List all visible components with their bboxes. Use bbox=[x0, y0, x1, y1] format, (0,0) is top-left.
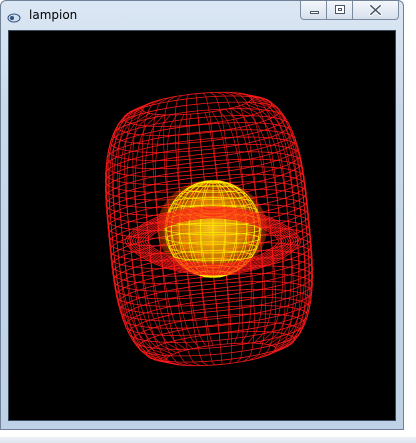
title-bar[interactable]: lampion bbox=[1, 1, 403, 31]
app-icon[interactable] bbox=[7, 9, 21, 23]
window-title: lampion bbox=[29, 8, 78, 22]
app-window: lampion bbox=[0, 0, 404, 430]
taskbar-edge bbox=[0, 437, 416, 443]
inner-wireframe-mesh bbox=[164, 180, 262, 278]
lantern-scene bbox=[104, 91, 313, 367]
close-button[interactable] bbox=[353, 1, 399, 20]
minimize-button[interactable] bbox=[300, 1, 327, 20]
close-icon bbox=[369, 4, 382, 16]
caption-buttons bbox=[300, 1, 399, 21]
desktop-background bbox=[404, 0, 416, 443]
restore-button[interactable] bbox=[327, 1, 353, 20]
restore-icon bbox=[335, 5, 345, 14]
minimize-icon bbox=[310, 11, 319, 14]
render-viewport[interactable] bbox=[8, 30, 396, 421]
